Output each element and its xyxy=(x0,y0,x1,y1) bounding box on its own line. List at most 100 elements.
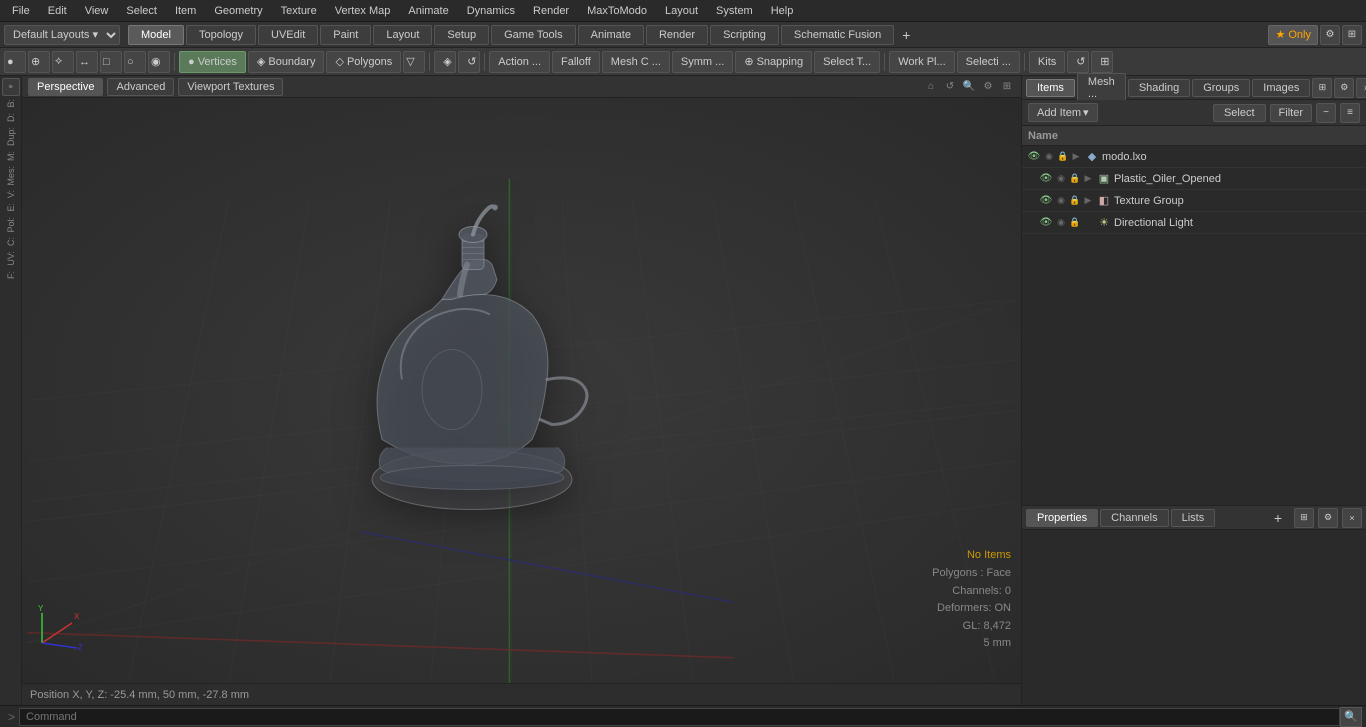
panel-expand-icon[interactable]: ⊞ xyxy=(1312,78,1332,98)
item-eye-modo-lxo[interactable]: 👁 xyxy=(1026,149,1042,165)
menu-layout[interactable]: Layout xyxy=(657,3,706,19)
viewport[interactable]: Perspective Advanced Viewport Textures ⌂… xyxy=(22,76,1021,705)
menu-help[interactable]: Help xyxy=(763,3,802,19)
sidebar-label-dup[interactable]: Dup: xyxy=(6,125,16,148)
panel-tab-shading[interactable]: Shading xyxy=(1128,79,1190,97)
menu-edit[interactable]: Edit xyxy=(40,3,75,19)
item-lock-modo-lxo[interactable]: 🔒 xyxy=(1056,149,1070,165)
refresh-button[interactable]: ↺ xyxy=(1067,51,1089,73)
sidebar-label-v[interactable]: V: xyxy=(6,188,16,200)
vp-tab-advanced[interactable]: Advanced xyxy=(107,78,174,96)
sidebar-label-pol[interactable]: Pol: xyxy=(6,215,16,235)
prop-settings-icon[interactable]: ⚙ xyxy=(1318,508,1338,528)
sidebar-label-mes[interactable]: Mes: xyxy=(6,164,16,188)
item-extra-modo-lxo[interactable]: ◉ xyxy=(1042,149,1056,165)
layout-select[interactable]: Default Layouts ▾ xyxy=(4,25,120,45)
item-lock-plastic[interactable]: 🔒 xyxy=(1068,171,1082,187)
snapping-button[interactable]: ⊕ Snapping xyxy=(735,51,812,73)
vp-tab-textures[interactable]: Viewport Textures xyxy=(178,78,283,96)
prop-expand-icon[interactable]: ⊞ xyxy=(1294,508,1314,528)
menu-vertex-map[interactable]: Vertex Map xyxy=(327,3,399,19)
menu-view[interactable]: View xyxy=(77,3,117,19)
panel-tab-groups[interactable]: Groups xyxy=(1192,79,1250,97)
mesh-button[interactable]: Mesh C ... xyxy=(602,51,670,73)
menu-render[interactable]: Render xyxy=(525,3,577,19)
menu-file[interactable]: File xyxy=(4,3,38,19)
sidebar-label-b[interactable]: B: xyxy=(6,97,16,110)
menu-dynamics[interactable]: Dynamics xyxy=(459,3,523,19)
tab-game-tools[interactable]: Game Tools xyxy=(491,25,576,45)
vp-home-icon[interactable]: ⌂ xyxy=(923,79,939,95)
sidebar-label-c[interactable]: C: xyxy=(6,235,16,248)
tab-setup[interactable]: Setup xyxy=(434,25,489,45)
add-tool[interactable]: ⊕ xyxy=(28,51,50,73)
sidebar-label-uv[interactable]: UV: xyxy=(6,249,16,268)
prop-tab-properties[interactable]: Properties xyxy=(1026,509,1098,527)
vp-rotate-icon[interactable]: ↺ xyxy=(942,79,958,95)
tab-topology[interactable]: Topology xyxy=(186,25,256,45)
sidebar-label-e[interactable]: E: xyxy=(6,201,16,214)
menu-animate[interactable]: Animate xyxy=(400,3,456,19)
scale-tool[interactable]: ↔ xyxy=(76,51,98,73)
menu-texture[interactable]: Texture xyxy=(273,3,325,19)
command-arrow[interactable]: > xyxy=(4,710,19,724)
menu-select[interactable]: Select xyxy=(118,3,165,19)
panel-close-icon[interactable]: × xyxy=(1356,78,1366,98)
sidebar-collapse-btn[interactable]: ≡ xyxy=(2,78,20,96)
action-button[interactable]: Action ... xyxy=(489,51,550,73)
polygons-button[interactable]: ◇ Polygons xyxy=(326,51,401,73)
tab-render[interactable]: Render xyxy=(646,25,708,45)
tab-paint[interactable]: Paint xyxy=(320,25,371,45)
item-extra-light[interactable]: ◉ xyxy=(1054,215,1068,231)
star-only-button[interactable]: ★ Only xyxy=(1268,25,1318,45)
item-expand-modo-lxo[interactable]: ▶ xyxy=(1070,151,1082,163)
item-expand-light[interactable]: ▶ xyxy=(1082,217,1094,229)
select-type-button[interactable]: Select T... xyxy=(814,51,880,73)
panel-tab-mesh[interactable]: Mesh ... xyxy=(1077,73,1126,103)
select-tool[interactable]: ● xyxy=(4,51,26,73)
tab-schematic-fusion[interactable]: Schematic Fusion xyxy=(781,25,894,45)
falloff-button[interactable]: Falloff xyxy=(552,51,600,73)
menu-item[interactable]: Item xyxy=(167,3,204,19)
menu-maxtomodo[interactable]: MaxToModo xyxy=(579,3,655,19)
tab-animate[interactable]: Animate xyxy=(578,25,644,45)
menu-geometry[interactable]: Geometry xyxy=(206,3,270,19)
sidebar-label-m[interactable]: M: xyxy=(6,149,16,163)
dropdown-button[interactable]: ▽ xyxy=(403,51,425,73)
symmetry-button[interactable]: Symm ... xyxy=(672,51,733,73)
command-search-button[interactable]: 🔍 xyxy=(1340,707,1362,727)
panel-tab-items[interactable]: Items xyxy=(1026,79,1075,97)
transform-tool[interactable]: ⟡ xyxy=(52,51,74,73)
prop-tab-lists[interactable]: Lists xyxy=(1171,509,1216,527)
item-extra-texture[interactable]: ◉ xyxy=(1054,193,1068,209)
panel-settings-icon[interactable]: ⚙ xyxy=(1334,78,1354,98)
vp-tab-perspective[interactable]: Perspective xyxy=(28,78,103,96)
prop-tab-channels[interactable]: Channels xyxy=(1100,509,1168,527)
tab-uvedit[interactable]: UVEdit xyxy=(258,25,318,45)
add-layout-button[interactable]: + xyxy=(896,25,916,45)
vp-settings-icon[interactable]: ⚙ xyxy=(980,79,996,95)
item-row-directional-light[interactable]: 👁 ◉ 🔒 ▶ ☀ Directional Light xyxy=(1022,212,1366,234)
rotate-tool[interactable]: ◉ xyxy=(148,51,170,73)
item-eye-light[interactable]: 👁 xyxy=(1038,215,1054,231)
item-expand-texture[interactable]: ▶ xyxy=(1082,195,1094,207)
kits-button[interactable]: Kits xyxy=(1029,51,1065,73)
vp-expand-icon[interactable]: ⊞ xyxy=(999,79,1015,95)
work-plane-button[interactable]: Work Pl... xyxy=(889,51,954,73)
circle-tool[interactable]: ○ xyxy=(124,51,146,73)
tab-model[interactable]: Model xyxy=(128,25,184,45)
item-eye-texture[interactable]: 👁 xyxy=(1038,193,1054,209)
vp-zoom-icon[interactable]: 🔍 xyxy=(961,79,977,95)
viewport-canvas[interactable]: No Items Polygons : Face Channels: 0 Def… xyxy=(22,98,1021,683)
selection-button[interactable]: Selecti ... xyxy=(957,51,1020,73)
prop-add-button[interactable]: + xyxy=(1268,508,1288,528)
panel-tab-images[interactable]: Images xyxy=(1252,79,1310,97)
item-row-plastic-oiler[interactable]: 👁 ◉ 🔒 ▶ ▣ Plastic_Oiler_Opened xyxy=(1022,168,1366,190)
item-lock-texture[interactable]: 🔒 xyxy=(1068,193,1082,209)
sidebar-label-d[interactable]: D: xyxy=(6,111,16,124)
item-extra-plastic[interactable]: ◉ xyxy=(1054,171,1068,187)
items-select-button[interactable]: Select xyxy=(1213,104,1266,122)
tab-layout[interactable]: Layout xyxy=(373,25,432,45)
settings-icon[interactable]: ⚙ xyxy=(1320,25,1340,45)
items-minus-button[interactable]: − xyxy=(1316,103,1336,123)
